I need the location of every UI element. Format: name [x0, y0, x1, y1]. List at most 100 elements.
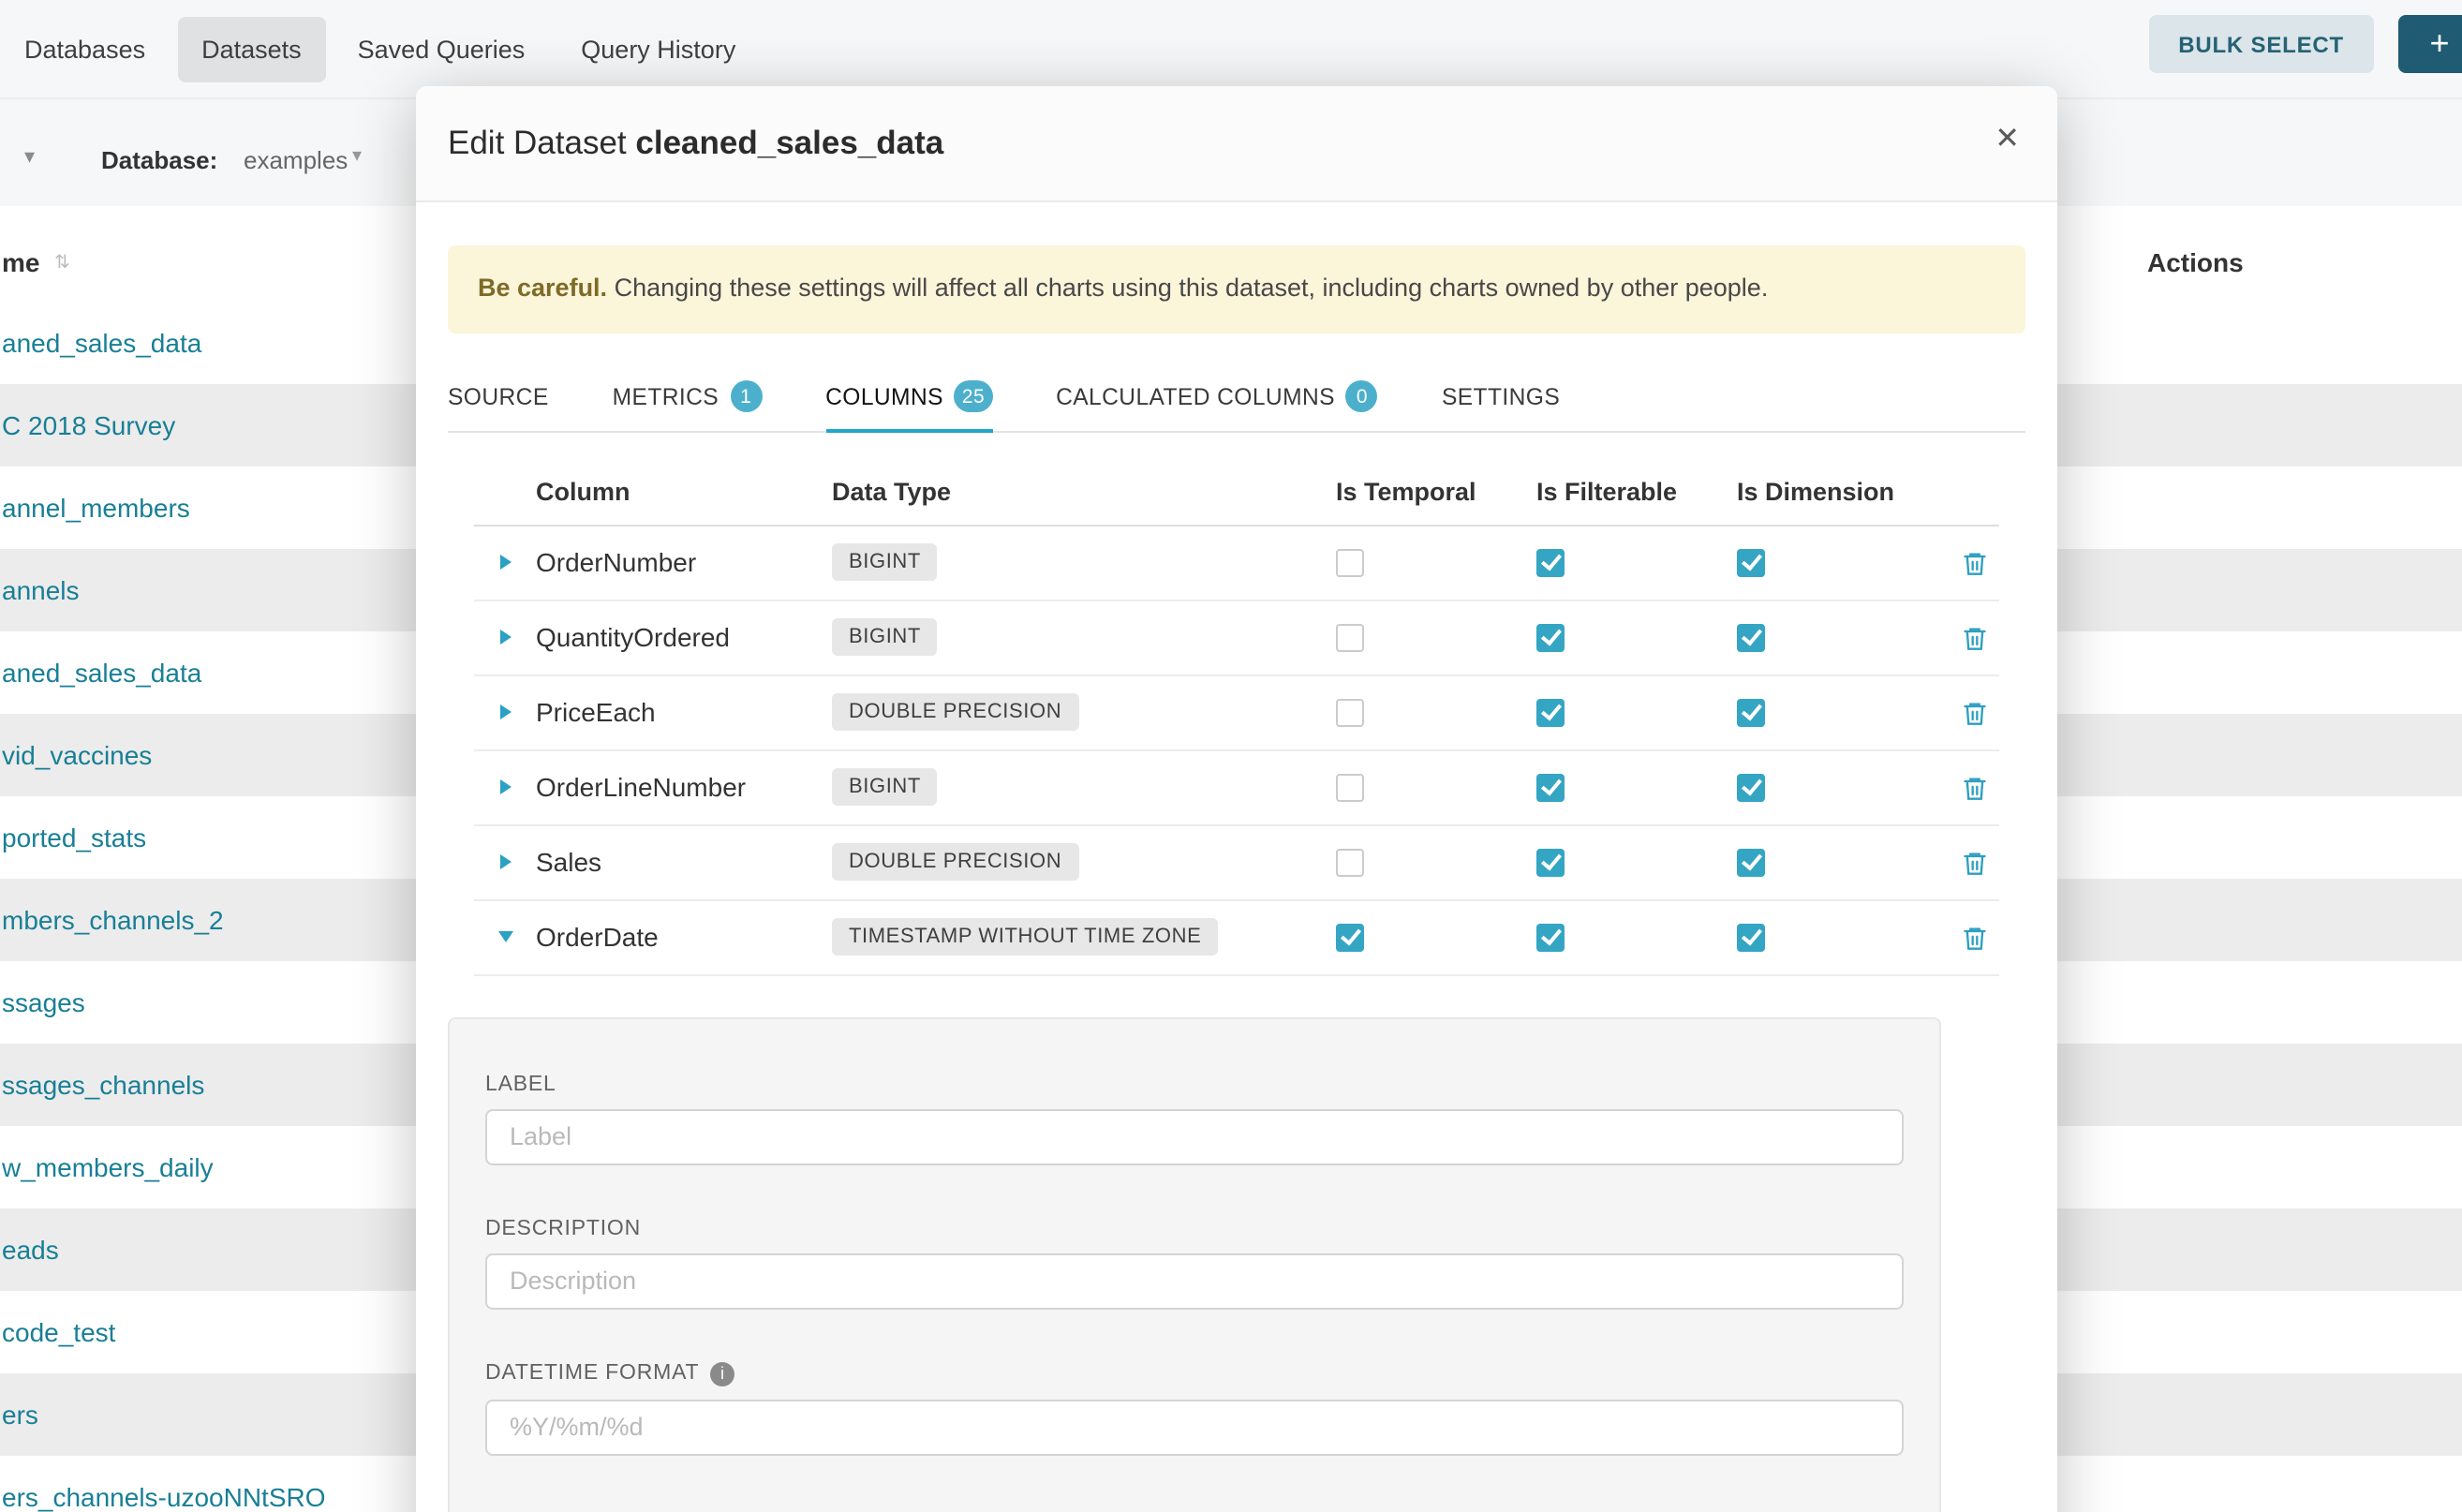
nav-tab-query-history[interactable]: Query History: [556, 16, 760, 82]
chevron-down-icon[interactable]: ▾: [352, 146, 362, 167]
label-field-group: LABEL: [485, 1074, 1904, 1165]
dataset-link[interactable]: ers_channels-uzooNNtSRO: [2, 1482, 326, 1512]
column-row: OrderLineNumber BIGINT: [474, 751, 1999, 826]
is-dimension-checkbox[interactable]: [1737, 624, 1765, 652]
tab-source[interactable]: SOURCE: [448, 363, 549, 431]
datetime-format-label-text: DATETIME FORMAT: [485, 1363, 699, 1386]
dataset-link[interactable]: code_test: [2, 1317, 115, 1347]
dataset-link[interactable]: ssages_channels: [2, 1070, 204, 1100]
column-row: PriceEach DOUBLE PRECISION: [474, 676, 1999, 751]
column-detail-panel: LABEL DESCRIPTION DATETIME FORMAT i: [448, 1017, 1941, 1512]
datetime-format-field-group: DATETIME FORMAT i: [485, 1362, 1904, 1456]
expand-caret-icon[interactable]: [474, 705, 536, 720]
info-icon[interactable]: i: [710, 1362, 734, 1386]
is-temporal-checkbox[interactable]: [1336, 549, 1364, 577]
is-filterable-checkbox[interactable]: [1536, 624, 1565, 652]
expand-caret-icon[interactable]: [474, 630, 536, 645]
dataset-link[interactable]: vid_vaccines: [2, 740, 152, 770]
dataset-link[interactable]: ers: [2, 1400, 38, 1430]
column-name: OrderLineNumber: [536, 773, 832, 803]
database-filter-value[interactable]: examples: [244, 146, 348, 174]
trash-icon: [1961, 624, 1987, 652]
modal-tab-label: COLUMNS: [825, 384, 943, 410]
column-type-pill: DOUBLE PRECISION: [832, 844, 1078, 882]
is-filterable-checkbox[interactable]: [1536, 849, 1565, 877]
modal-header: Edit Dataset cleaned_sales_data ✕: [416, 86, 2057, 202]
header-column: Column: [536, 478, 832, 506]
dataset-link[interactable]: eads: [2, 1235, 59, 1265]
modal-tab-label: CALCULATED COLUMNS: [1056, 384, 1335, 410]
columns-table-body: OrderNumber BIGINT QuantityOrdered BIGIN…: [474, 526, 1999, 976]
dataset-link[interactable]: C 2018 Survey: [2, 410, 175, 440]
expand-caret-icon[interactable]: [474, 932, 536, 943]
column-type-pill: DOUBLE PRECISION: [832, 694, 1078, 732]
modal-title: Edit Dataset cleaned_sales_data: [448, 124, 943, 163]
expand-caret-icon[interactable]: [474, 855, 536, 870]
dataset-link[interactable]: annel_members: [2, 493, 190, 523]
column-name: OrderDate: [536, 923, 832, 953]
sort-icon[interactable]: ⇅: [54, 253, 70, 274]
is-dimension-checkbox[interactable]: [1737, 924, 1765, 952]
bulk-select-button[interactable]: BULK SELECT: [2148, 15, 2374, 73]
is-dimension-checkbox[interactable]: [1737, 849, 1765, 877]
is-filterable-checkbox[interactable]: [1536, 924, 1565, 952]
is-dimension-checkbox[interactable]: [1737, 549, 1765, 577]
column-type-pill: BIGINT: [832, 619, 938, 657]
expand-caret-icon[interactable]: [474, 780, 536, 795]
dataset-link[interactable]: w_members_daily: [2, 1152, 214, 1182]
delete-column-button[interactable]: [1949, 549, 1999, 577]
nav-tab-databases[interactable]: Databases: [0, 16, 170, 82]
is-temporal-checkbox[interactable]: [1336, 774, 1364, 802]
app-root: Databases Datasets Saved Queries Query H…: [0, 0, 2462, 1512]
column-type-pill: TIMESTAMP WITHOUT TIME ZONE: [832, 919, 1218, 956]
is-temporal-checkbox[interactable]: [1336, 624, 1364, 652]
delete-column-button[interactable]: [1949, 774, 1999, 802]
edit-dataset-modal: Edit Dataset cleaned_sales_data ✕ Be car…: [416, 86, 2057, 1512]
columns-table-header: ColumnData TypeIs TemporalIs FilterableI…: [474, 459, 1999, 526]
database-filter-label: Database:: [101, 146, 217, 174]
dataset-link[interactable]: ported_stats: [2, 823, 146, 852]
is-temporal-checkbox[interactable]: [1336, 924, 1364, 952]
datetime-format-input[interactable]: [485, 1400, 1904, 1456]
warning-banner-text: Changing these settings will affect all …: [615, 274, 1769, 302]
column-name: QuantityOrdered: [536, 623, 832, 653]
modal-tab-label: SETTINGS: [1442, 384, 1560, 410]
name-column-header[interactable]: me: [2, 247, 39, 277]
delete-column-button[interactable]: [1949, 699, 1999, 727]
tab-columns[interactable]: COLUMNS 25: [825, 363, 992, 431]
is-filterable-checkbox[interactable]: [1536, 774, 1565, 802]
is-temporal-checkbox[interactable]: [1336, 699, 1364, 727]
tab-settings[interactable]: SETTINGS: [1442, 363, 1560, 431]
close-icon[interactable]: ✕: [1995, 126, 2020, 156]
tab-calculated-columns[interactable]: CALCULATED COLUMNS 0: [1056, 363, 1378, 431]
is-dimension-checkbox[interactable]: [1737, 774, 1765, 802]
description-input[interactable]: [485, 1253, 1904, 1310]
description-field-group: DESCRIPTION: [485, 1218, 1904, 1310]
add-dataset-button[interactable]: +: [2398, 15, 2462, 73]
delete-column-button[interactable]: [1949, 924, 1999, 952]
expand-caret-icon[interactable]: [474, 556, 536, 571]
warning-banner: Be careful. Changing these settings will…: [448, 245, 2025, 334]
dataset-link[interactable]: annels: [2, 575, 80, 605]
modal-title-dataset-name: cleaned_sales_data: [635, 124, 943, 161]
delete-column-button[interactable]: [1949, 624, 1999, 652]
tab-count-badge: 1: [730, 381, 762, 413]
trash-icon: [1961, 924, 1987, 952]
delete-column-button[interactable]: [1949, 849, 1999, 877]
header-is-filterable: Is Filterable: [1536, 478, 1737, 506]
dataset-link[interactable]: ssages: [2, 987, 85, 1017]
label-input[interactable]: [485, 1109, 1904, 1165]
is-temporal-checkbox[interactable]: [1336, 849, 1364, 877]
is-filterable-checkbox[interactable]: [1536, 699, 1565, 727]
dataset-link[interactable]: aned_sales_data: [2, 658, 201, 688]
nav-tab-datasets[interactable]: Datasets: [177, 16, 326, 82]
tab-metrics[interactable]: METRICS 1: [613, 363, 763, 431]
dataset-link[interactable]: mbers_channels_2: [2, 905, 224, 935]
trash-icon: [1961, 849, 1987, 877]
is-filterable-checkbox[interactable]: [1536, 549, 1565, 577]
nav-tab-saved-queries[interactable]: Saved Queries: [334, 16, 550, 82]
chevron-down-icon[interactable]: ▾: [24, 144, 35, 169]
is-dimension-checkbox[interactable]: [1737, 699, 1765, 727]
tab-count-badge: 0: [1346, 381, 1378, 413]
dataset-link[interactable]: aned_sales_data: [2, 328, 201, 358]
